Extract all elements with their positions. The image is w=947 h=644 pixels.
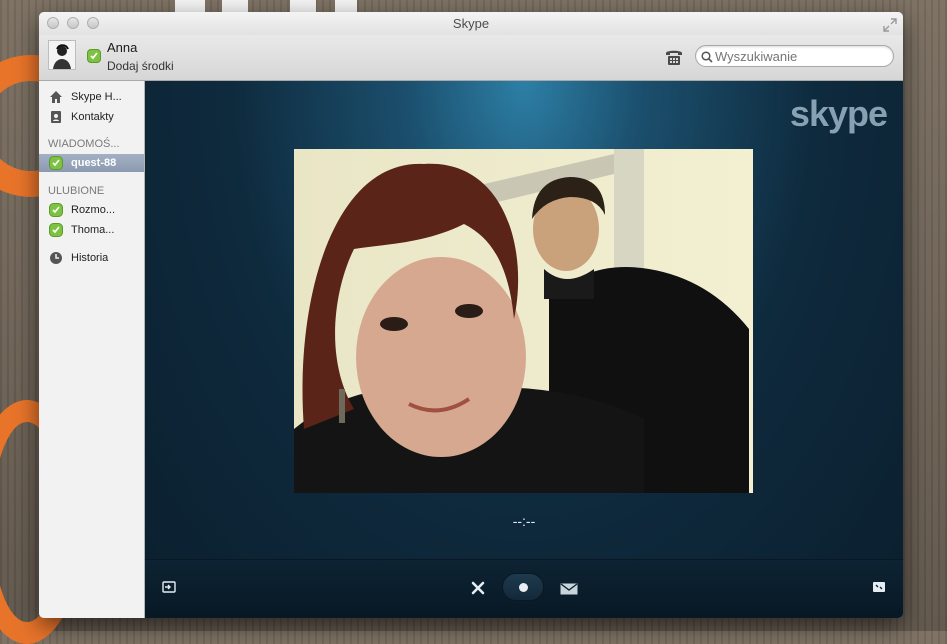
sidebar-item-history[interactable]: Historia [39, 249, 144, 267]
exit-fullscreen-icon[interactable] [162, 580, 176, 599]
add-credit-link[interactable]: Dodaj środki [107, 59, 174, 73]
status-online-icon [49, 156, 63, 170]
status-online-icon [49, 203, 63, 217]
search-input[interactable] [715, 48, 885, 64]
sidebar-item-conversation[interactable]: quest-88 [39, 154, 144, 172]
contacts-icon [49, 110, 63, 124]
desktop-wallpaper-stripe [335, 0, 357, 12]
home-icon [49, 90, 63, 104]
skype-logo: skype [789, 93, 888, 134]
minimize-window-button[interactable] [67, 17, 79, 29]
sidebar-item-label: quest-88 [71, 157, 117, 169]
sidebar-item-label: Kontakty [71, 111, 114, 123]
messages-section-header: WIADOMOŚ... [48, 138, 120, 150]
sidebar-item-favorite[interactable]: Rozmo... [39, 201, 144, 219]
avatar[interactable] [48, 40, 76, 70]
record-button[interactable] [502, 573, 544, 601]
sidebar-item-label: Rozmo... [71, 204, 116, 216]
hangup-icon[interactable] [471, 581, 485, 600]
fullscreen-icon[interactable] [872, 580, 886, 599]
profile-toolbar: Anna Dodaj środki [39, 35, 903, 81]
favorites-section-header: ULUBIONE [48, 185, 105, 197]
video-frame-illustration [294, 149, 753, 493]
dial-pad-icon[interactable] [664, 47, 684, 67]
message-icon[interactable] [560, 582, 578, 600]
sidebar-item-label: Thoma... [71, 224, 115, 236]
video-call-area: skype --:-- [145, 81, 903, 618]
desktop-wallpaper-stripe [290, 0, 316, 12]
sidebar: Skype H... Kontakty WIADOMOŚ... quest-88… [39, 81, 145, 618]
skype-window: Skype Anna Dodaj środki Wyszukiwanie Sky… [39, 12, 903, 618]
clock-icon [49, 251, 63, 265]
record-icon [519, 583, 528, 592]
sidebar-item-label: Historia [71, 252, 109, 264]
zoom-window-button[interactable] [87, 17, 99, 29]
remote-video-feed[interactable] [294, 149, 753, 493]
sidebar-item-favorite[interactable]: Thoma... [39, 221, 144, 239]
close-window-button[interactable] [47, 17, 59, 29]
search-icon [701, 50, 713, 68]
sidebar-item-skype-home[interactable]: Skype H... [39, 88, 144, 106]
title-bar: Skype [39, 12, 903, 35]
desktop-wallpaper-stripe [222, 0, 248, 12]
sidebar-item-label: Skype H... [71, 91, 122, 103]
sidebar-item-contacts[interactable]: Kontakty [39, 108, 144, 126]
window-title: Skype [452, 16, 490, 31]
search-field[interactable] [695, 45, 894, 67]
status-online-icon [49, 223, 63, 237]
profile-name[interactable]: Anna [107, 40, 137, 55]
desktop-wallpaper-stripe [175, 0, 205, 12]
status-online-icon[interactable] [87, 49, 101, 63]
fullscreen-window-icon[interactable] [883, 16, 897, 32]
call-timer: --:-- [512, 513, 536, 529]
call-controls-bar [145, 559, 903, 618]
